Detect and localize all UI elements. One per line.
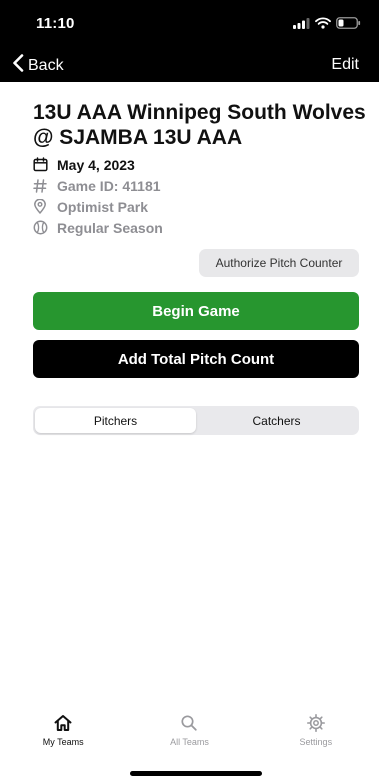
- game-id: Game ID: 41181: [57, 177, 161, 194]
- tab-all-teams[interactable]: All Teams: [126, 712, 252, 762]
- tab-settings[interactable]: Settings: [253, 712, 379, 762]
- tab-my-teams[interactable]: My Teams: [0, 712, 126, 762]
- home-indicator[interactable]: [130, 771, 262, 776]
- game-date: May 4, 2023: [57, 156, 135, 173]
- baseball-icon: [33, 220, 51, 235]
- authorize-pitch-counter-button[interactable]: Authorize Pitch Counter: [199, 249, 359, 277]
- wifi-icon: [315, 16, 331, 34]
- game-id-row: Game ID: 41181: [33, 175, 163, 196]
- chevron-left-icon: [12, 54, 24, 77]
- tab-all-teams-label: All Teams: [170, 737, 209, 747]
- add-total-pitch-count-button[interactable]: Add Total Pitch Count: [33, 340, 359, 378]
- back-button[interactable]: Back: [12, 54, 64, 77]
- game-location: Optimist Park: [57, 198, 149, 215]
- top-bar: 11:10 Back Edit: [0, 0, 379, 82]
- location-row: Optimist Park: [33, 196, 163, 217]
- status-icons: [293, 16, 361, 34]
- game-details: May 4, 2023 Game ID: 41181 Optimist Park: [33, 154, 163, 238]
- segment-pitchers[interactable]: Pitchers: [35, 408, 196, 433]
- edit-button[interactable]: Edit: [331, 56, 359, 74]
- gear-icon: [306, 712, 326, 734]
- search-icon: [180, 712, 198, 734]
- location-pin-icon: [33, 199, 51, 214]
- game-title: 13U AAA Winnipeg South Wolves @ SJAMBA 1…: [33, 101, 366, 149]
- date-row: May 4, 2023: [33, 154, 163, 175]
- tab-settings-label: Settings: [299, 737, 333, 747]
- hashtag-icon: [33, 178, 51, 193]
- battery-icon: [336, 16, 361, 34]
- tab-bar: My Teams All Teams Settings: [0, 712, 379, 762]
- game-season: Regular Season: [57, 219, 163, 236]
- status-time: 11:10: [36, 15, 75, 32]
- tab-my-teams-label: My Teams: [42, 737, 84, 747]
- segment-catchers[interactable]: Catchers: [196, 408, 357, 433]
- house-icon: [53, 712, 73, 734]
- begin-game-button[interactable]: Begin Game: [33, 292, 359, 330]
- calendar-icon: [33, 157, 51, 172]
- pitchers-catchers-segmented-control: Pitchers Catchers: [33, 406, 359, 435]
- cellular-signal-icon: [293, 16, 310, 34]
- season-row: Regular Season: [33, 217, 163, 238]
- back-label: Back: [28, 56, 64, 74]
